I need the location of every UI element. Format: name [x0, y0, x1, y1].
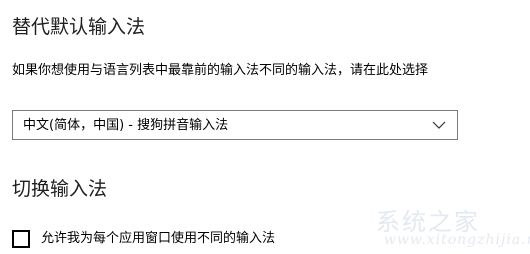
dropdown-selected-value: 中文(简体，中国) - 搜狗拼音输入法	[23, 118, 229, 133]
per-app-input-method-option[interactable]: 允许我为每个应用窗口使用不同的输入法	[12, 229, 275, 249]
watermark-glyphs: 系统之家	[376, 208, 480, 236]
override-section-description: 如果你想使用与语言列表中最靠前的输入法不同的输入法，请在此处选择	[12, 63, 429, 78]
switch-section-title: 切换输入法	[12, 178, 108, 200]
watermark: 系统之家 www.xitongzhijia.net	[328, 188, 530, 252]
override-section-title: 替代默认输入法	[12, 16, 146, 38]
per-app-input-method-label: 允许我为每个应用窗口使用不同的输入法	[41, 231, 276, 246]
default-input-method-dropdown[interactable]: 中文(简体，中国) - 搜狗拼音输入法	[12, 110, 458, 140]
watermark-text: www.xitongzhijia.net	[384, 232, 530, 248]
per-app-input-method-checkbox[interactable]	[12, 230, 30, 248]
chevron-down-icon	[432, 121, 446, 129]
